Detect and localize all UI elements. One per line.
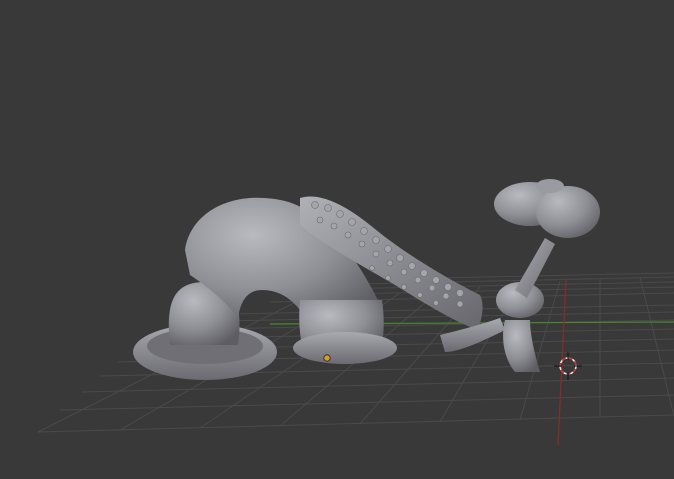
3d-viewport[interactable] bbox=[0, 0, 674, 479]
viewport-canvas[interactable] bbox=[0, 0, 674, 479]
sculpted-mesh[interactable] bbox=[133, 179, 600, 380]
object-origin-icon bbox=[323, 354, 331, 362]
x-axis-line bbox=[557, 279, 567, 446]
3d-cursor-icon[interactable] bbox=[554, 352, 582, 380]
